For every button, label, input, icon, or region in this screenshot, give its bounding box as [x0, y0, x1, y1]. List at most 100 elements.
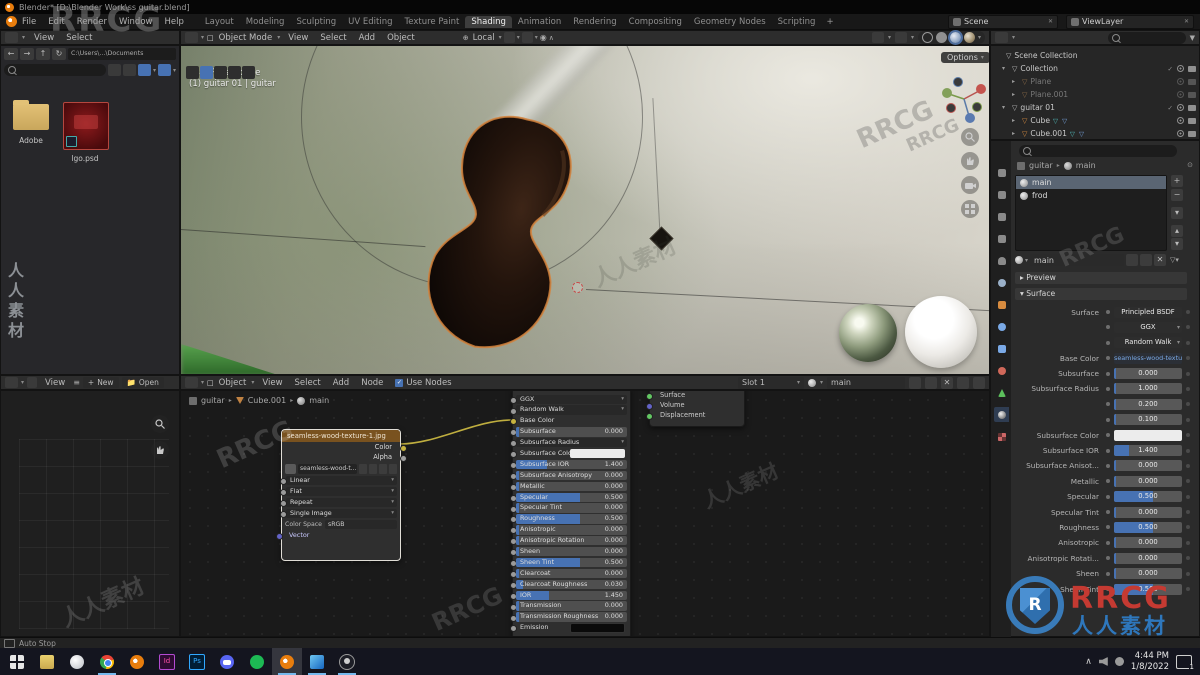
- color-space-row[interactable]: Color Space sRGB: [285, 519, 397, 529]
- menubar-item[interactable]: Edit: [43, 17, 69, 27]
- use-nodes-toggle[interactable]: ✓ Use Nodes: [395, 378, 452, 388]
- properties-tab-icon[interactable]: [994, 429, 1009, 444]
- hide-eye-icon[interactable]: [1177, 65, 1184, 72]
- image-datablock-field[interactable]: seamless-wood-t...: [285, 464, 397, 474]
- expand-icon[interactable]: ▸: [1012, 91, 1019, 98]
- move-tool-icon[interactable]: [214, 66, 227, 79]
- hide-eye-icon[interactable]: [1177, 91, 1184, 98]
- mode-dropdown[interactable]: Object Mode: [217, 33, 275, 43]
- hide-eye-icon[interactable]: [1177, 130, 1184, 137]
- viewport-menu[interactable]: Add: [354, 33, 380, 43]
- up-icon[interactable]: ↑: [36, 48, 50, 60]
- property-row[interactable]: Metallic 0.000: [1015, 475, 1193, 487]
- outliner-row[interactable]: ▸ ▽ Cube ▽ ▽ ✓: [991, 114, 1199, 127]
- viewport-editor-icon[interactable]: [185, 32, 198, 43]
- slot-specials-icon[interactable]: ▾: [1171, 207, 1183, 219]
- properties-tab-icon[interactable]: [994, 231, 1009, 246]
- image-editor-icon[interactable]: [5, 377, 18, 388]
- add-slot-button[interactable]: +: [1171, 175, 1183, 187]
- workspace-tab[interactable]: Scripting: [772, 16, 822, 28]
- outliner-row[interactable]: ▸ ▽ Plane ▽ ▽ ✓: [991, 75, 1199, 88]
- workspace-tab[interactable]: Geometry Nodes: [688, 16, 772, 28]
- surface-section[interactable]: ▾ Surface: [1015, 288, 1187, 300]
- workspace-tab[interactable]: Compositing: [623, 16, 688, 28]
- network-icon[interactable]: [1114, 657, 1124, 666]
- refresh-icon[interactable]: ↻: [52, 48, 66, 60]
- zoom-gizmo-icon[interactable]: [961, 128, 979, 146]
- shader-menu[interactable]: Node: [356, 378, 388, 388]
- properties-tab-icon[interactable]: [994, 319, 1009, 334]
- properties-tab-icon[interactable]: [994, 407, 1009, 422]
- unlink-image-icon[interactable]: [389, 464, 397, 474]
- property-row[interactable]: Anisotropic Rotati... 0.000: [1015, 552, 1193, 564]
- bsdf-node-row[interactable]: Clearcoat 0.000: [509, 568, 627, 579]
- display-options-caret[interactable]: ▾: [153, 67, 156, 74]
- taskbar-clock[interactable]: 4:44 PM 1/8/2022: [1131, 651, 1169, 672]
- falloff-icon[interactable]: ∧: [549, 34, 554, 42]
- viewport-menu[interactable]: View: [283, 33, 313, 43]
- properties-search-input[interactable]: [1019, 145, 1177, 157]
- bsdf-node-row[interactable]: Random Walk: [509, 405, 627, 415]
- expand-icon[interactable]: ▸: [1012, 117, 1019, 124]
- output-node-input-socket[interactable]: Displacement: [646, 410, 744, 420]
- image-texture-node[interactable]: seamless-wood-texture-1.jpg Color Alpha s…: [276, 429, 407, 561]
- shader-editor[interactable]: guitar ▸ Cube.001 ▸ main seamless-wood-tex…: [180, 390, 990, 637]
- expand-icon[interactable]: ▾: [1002, 104, 1009, 111]
- slot-dropdown[interactable]: Slot 1 ▾: [737, 376, 804, 389]
- material-slot[interactable]: main: [1016, 176, 1166, 189]
- menubar-item[interactable]: Help: [159, 17, 188, 27]
- properties-tab-icon[interactable]: [994, 209, 1009, 224]
- workspace-tab[interactable]: Animation: [512, 16, 567, 28]
- taskbar-icon[interactable]: [122, 648, 152, 675]
- file-search-input[interactable]: [4, 64, 106, 76]
- taskbar-icon[interactable]: [2, 648, 32, 675]
- taskbar-icon[interactable]: Ps: [182, 648, 212, 675]
- expand-icon[interactable]: ▸: [1012, 78, 1019, 85]
- bsdf-node-row[interactable]: Specular Tint 0.000: [509, 503, 627, 513]
- property-row[interactable]: Sheen Tint 0.500: [1015, 583, 1193, 595]
- filter-icon[interactable]: [157, 64, 171, 76]
- pin-id-icon[interactable]: ⊙: [1187, 161, 1193, 169]
- proportional-edit-icon[interactable]: ◉: [540, 33, 547, 42]
- property-row[interactable]: Specular 0.500: [1015, 491, 1193, 503]
- copy-material-icon[interactable]: [909, 376, 921, 389]
- display-thumbnail-icon[interactable]: [137, 64, 151, 76]
- property-row[interactable]: Subsurface Radius 1.000: [1015, 383, 1193, 395]
- bsdf-node-row[interactable]: Sheen Tint 0.500: [509, 557, 627, 568]
- pin-icon[interactable]: [957, 376, 969, 389]
- snap-node-icon[interactable]: [973, 376, 985, 389]
- select-box-tool-icon[interactable]: [200, 66, 213, 79]
- properties-tab-icon[interactable]: [994, 363, 1009, 378]
- workspace-tab[interactable]: Modeling: [240, 16, 291, 28]
- fake-user-icon[interactable]: [925, 376, 937, 389]
- taskbar-icon[interactable]: [302, 648, 332, 675]
- outliner-search-input[interactable]: [1107, 31, 1186, 44]
- camera-view-icon[interactable]: [961, 176, 979, 194]
- outliner-row[interactable]: ▾ ▽ guitar 01 ▽ ▽ ✓: [991, 101, 1199, 114]
- properties-tab-icon[interactable]: [994, 187, 1009, 202]
- path-field[interactable]: C:\Users\...\Documents: [68, 48, 176, 60]
- property-row[interactable]: 0.100: [1015, 414, 1193, 426]
- material-preview-icon[interactable]: [947, 30, 963, 45]
- disable-render-icon[interactable]: [1188, 78, 1196, 85]
- bsdf-node-row[interactable]: Subsurface IOR 1.400: [509, 459, 627, 470]
- workspace-tab[interactable]: Shading: [465, 15, 512, 28]
- forward-icon[interactable]: →: [20, 48, 34, 60]
- property-row[interactable]: Random Walk: [1015, 337, 1193, 349]
- preview-section[interactable]: ▸ Preview: [1015, 272, 1187, 284]
- empty-object[interactable]: [649, 226, 674, 251]
- image-view-menu[interactable]: View: [40, 378, 70, 388]
- taskbar-icon[interactable]: [92, 648, 122, 675]
- outliner-editor-icon[interactable]: [995, 32, 1008, 43]
- scene-x-icon[interactable]: ✕: [1048, 18, 1053, 25]
- exclude-checkbox-icon[interactable]: ✓: [1168, 104, 1173, 112]
- notification-center-icon[interactable]: 1: [1176, 654, 1195, 671]
- file-browser-editor-icon[interactable]: [5, 32, 18, 43]
- unlink-icon[interactable]: ✕: [1154, 254, 1167, 266]
- workspace-tab[interactable]: Sculpting: [290, 16, 342, 28]
- property-row[interactable]: Subsurface 0.000: [1015, 368, 1193, 380]
- new-material-icon[interactable]: [1126, 254, 1139, 266]
- rendered-shading-icon[interactable]: [963, 32, 975, 43]
- properties-tab-icon[interactable]: [994, 385, 1009, 400]
- hide-eye-icon[interactable]: [1177, 104, 1184, 111]
